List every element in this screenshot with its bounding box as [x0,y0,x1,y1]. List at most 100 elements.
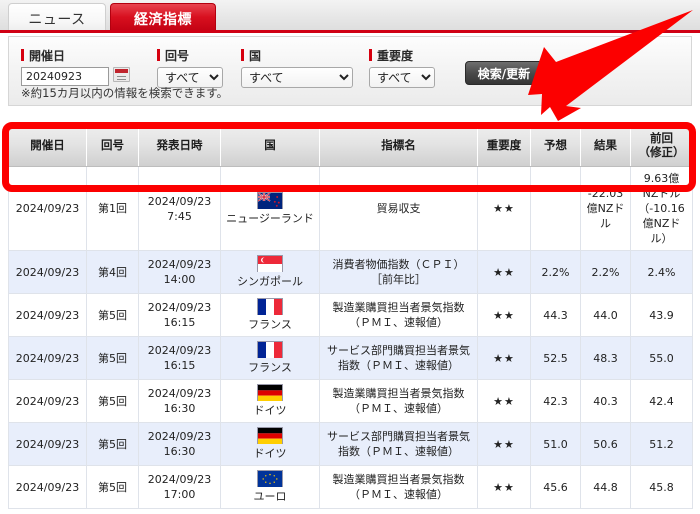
cell-datetime-time: 7:45 [167,209,192,223]
tab-strip: ニュース 経済指標 [0,0,700,33]
cell-issue: 第5回 [86,422,139,466]
cell-datetime: 2024/09/23 7:45 [138,166,221,251]
cell-country: ニュージーランド [220,166,320,251]
field-importance: 重要度 すべて [369,47,435,88]
search-panel: 開催日 20240923 回号 すべて 国 すべて 重要度 すべて 検索/更新 [8,36,692,106]
cell-datetime: 2024/09/23 16:15 [138,336,221,380]
tab-news[interactable]: ニュース [8,3,106,33]
cell-issue: 第5回 [86,293,139,337]
cell-country-label: ニュージーランド [226,211,314,225]
cell-importance: ★★ [477,379,531,423]
col-header-issue[interactable]: 回号 [86,122,139,167]
cell-issue: 第5回 [86,465,139,509]
cell-date: 2024/09/23 [8,336,87,380]
indicator-table: 開催日 回号 発表日時 国 指標名 重要度 予想 結果 前回 （修正） 2024… [8,122,693,509]
table-row[interactable]: 2024/09/23 第5回 2024/09/23 17:00 ユーロ 製造業購買担当者景… [8,465,693,509]
col-header-previous[interactable]: 前回 （修正） [630,122,693,167]
cell-datetime-date: 2024/09/23 [147,344,212,357]
cell-country-label: フランス [248,361,292,374]
importance-select[interactable]: すべて [369,67,435,88]
search-update-button[interactable]: 検索/更新 [465,61,543,85]
cell-forecast [530,166,581,251]
de-flag [257,384,283,401]
cell-forecast: 52.5 [530,336,581,380]
table-row[interactable]: 2024/09/23 第5回 2024/09/23 16:30 ドイツ 製造業購買担当者景… [8,379,693,423]
cell-indicator: サービス部門購買担当者景気指数（ＰＭＩ、速報値） [319,336,478,380]
cell-country: ドイツ [220,379,320,423]
col-header-datetime[interactable]: 発表日時 [138,122,221,167]
cell-importance: ★★ [477,422,531,466]
cell-forecast: 44.3 [530,293,581,337]
eu-flag [257,470,283,487]
field-date: 開催日 20240923 [21,47,130,86]
col-header-date[interactable]: 開催日 [8,122,87,167]
cell-forecast: 45.6 [530,465,581,509]
cell-result: -22.03億NZドル [580,166,631,251]
cell-previous: 51.2 [630,422,693,466]
date-input[interactable]: 20240923 [21,67,109,86]
cell-importance: ★★ [477,250,531,294]
col-header-forecast[interactable]: 予想 [530,122,581,167]
col-header-result[interactable]: 結果 [580,122,631,167]
cell-indicator: 貿易収支 [319,166,478,251]
cell-previous: 2.4% [630,250,693,294]
col-header-previous-line2: （修正） [638,144,685,159]
cell-importance: ★★ [477,465,531,509]
cell-datetime-date: 2024/09/23 [147,430,212,443]
table-row[interactable]: 2024/09/23 第5回 2024/09/23 16:15 フランス サービス部門購買… [8,336,693,380]
cell-result: 44.8 [580,465,631,509]
cell-issue: 第5回 [86,379,139,423]
cell-result: 50.6 [580,422,631,466]
cell-date: 2024/09/23 [8,250,87,294]
cell-forecast: 42.3 [530,379,581,423]
cell-result: 48.3 [580,336,631,380]
cell-country: フランス [220,293,320,337]
col-header-previous-line1: 前回 [650,130,673,145]
cell-issue: 第1回 [86,166,139,251]
cell-datetime-date: 2024/09/23 [147,473,212,486]
table-row[interactable]: 2024/09/23 第5回 2024/09/23 16:30 ドイツ サービス部門購買担… [8,422,693,466]
table-header-row: 開催日 回号 発表日時 国 指標名 重要度 予想 結果 前回 （修正） [8,122,693,167]
cell-indicator: 製造業購買担当者景気指数（ＰＭＩ、速報値） [319,293,478,337]
field-date-label: 開催日 [21,47,130,63]
table-row[interactable]: 2024/09/23 第5回 2024/09/23 16:15 フランス 製造業購買担当者… [8,293,693,337]
cell-date: 2024/09/23 [8,166,87,251]
cell-datetime: 2024/09/23 14:00 [138,250,221,294]
cell-indicator: サービス部門購買担当者景気指数（ＰＭＩ、速報値） [319,422,478,466]
table-row[interactable]: 2024/09/23 第4回 2024/09/23 14:00 シンガポール 消費者物価指… [8,250,693,294]
fr-flag [257,341,283,358]
col-header-indicator[interactable]: 指標名 [319,122,478,167]
field-issue: 回号 すべて [157,47,223,88]
cell-datetime-time: 17:00 [163,488,196,501]
cell-previous: 9.63億NZドル（-10.16億NZドル） [630,166,693,251]
col-header-country[interactable]: 国 [220,122,320,167]
cell-importance: ★★ [477,166,531,251]
tab-economic-indicators[interactable]: 経済指標 [110,3,216,33]
table-row[interactable]: 2024/09/23 第1回 2024/09/23 7:45 ニュージーランド 貿易収支 ★… [8,166,693,251]
cell-forecast: 2.2% [530,250,581,294]
field-country-label: 国 [241,47,353,63]
cell-date: 2024/09/23 [8,465,87,509]
cell-country: ドイツ [220,422,320,466]
cell-previous: 45.8 [630,465,693,509]
cell-previous: 42.4 [630,379,693,423]
cell-country-label: フランス [248,318,292,331]
cell-datetime-date: 2024/09/23 [147,387,212,400]
cell-country-label: ドイツ [253,404,287,417]
cell-datetime: 2024/09/23 16:15 [138,293,221,337]
calendar-icon[interactable] [113,67,130,82]
cell-date: 2024/09/23 [8,293,87,337]
tab-news-label: ニュース [28,11,86,28]
indicator-table-wrapper: 開催日 回号 発表日時 国 指標名 重要度 予想 結果 前回 （修正） 2024… [8,122,693,509]
cell-country-label: ドイツ [253,447,287,460]
cell-country: ユーロ [220,465,320,509]
cell-country: フランス [220,336,320,380]
cell-date: 2024/09/23 [8,422,87,466]
cell-result: 40.3 [580,379,631,423]
col-header-importance[interactable]: 重要度 [477,122,531,167]
tab-economic-indicators-label: 経済指標 [134,11,192,28]
cell-datetime: 2024/09/23 16:30 [138,379,221,423]
cell-datetime-time: 16:15 [163,316,196,329]
country-select[interactable]: すべて [241,67,353,88]
cell-indicator: 製造業購買担当者景気指数（ＰＭＩ、速報値） [319,465,478,509]
